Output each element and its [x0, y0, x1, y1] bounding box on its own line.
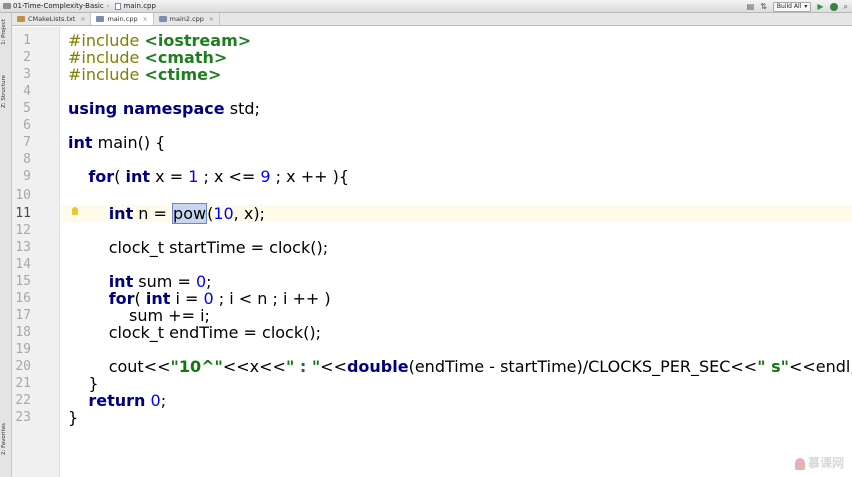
- tab-label: main.cpp: [107, 15, 138, 23]
- code-line: sum += i;: [68, 306, 210, 325]
- editor-tab-bar: CMakeLists.txt × main.cpp × main2.cpp ×: [12, 13, 852, 26]
- line-number: 22: [15, 393, 31, 408]
- code-line: int main() {: [68, 133, 166, 152]
- line-number: 16: [15, 291, 31, 306]
- cpp-file-icon: [96, 16, 105, 22]
- project-tool-tab[interactable]: 1: Project: [1, 19, 11, 45]
- tab-main-cpp[interactable]: main.cpp ×: [91, 13, 154, 25]
- line-number: 9: [23, 169, 31, 184]
- toolbar-right: ▤ ⇅ Build All ▾ ▶ ⌕: [747, 0, 848, 13]
- close-icon[interactable]: ×: [209, 16, 214, 23]
- line-number: 14: [15, 257, 31, 272]
- folder-icon: [3, 3, 11, 9]
- code-line: clock_t startTime = clock();: [68, 238, 329, 257]
- line-number: 19: [15, 342, 31, 357]
- run-icon[interactable]: ▶: [817, 0, 823, 13]
- search-icon[interactable]: ⌕: [844, 0, 848, 13]
- debug-icon[interactable]: [829, 2, 838, 11]
- line-number: 13: [15, 240, 31, 255]
- selected-identifier: pow: [172, 203, 208, 224]
- code-line: for( int i = 0 ; i < n ; i ++ ): [108, 289, 331, 308]
- chevron-down-icon: ▾: [804, 3, 808, 10]
- build-configuration-select[interactable]: Build All ▾: [772, 1, 812, 12]
- code-line: #include <iostream>: [68, 31, 252, 50]
- breadcrumb-project[interactable]: 01-Time-Complexity-Basic: [0, 0, 104, 13]
- code-editor[interactable]: #include <iostream> #include <cmath> #in…: [61, 27, 852, 477]
- tool-window-strip: 1: Project Z: Structure 2: Favorites: [0, 13, 12, 477]
- code-line: }: [68, 408, 79, 427]
- line-number: 20: [15, 359, 31, 374]
- navigation-bar: 01-Time-Complexity-Basic › main.cpp ▤ ⇅ …: [0, 0, 852, 13]
- line-number: 21: [15, 376, 31, 391]
- line-number-gutter[interactable]: 1 2 3 4 5 6 7 8 9 10 11 12 13 14 15 16 17 18 19 20 21 22 23: [12, 27, 60, 477]
- watermark-logo: 慕课网: [794, 454, 844, 471]
- line-number: 17: [15, 308, 31, 323]
- watermark-text: 慕课网: [807, 456, 844, 470]
- line-number: 7: [23, 135, 31, 150]
- build-configuration-label: Build All: [776, 3, 802, 10]
- line-number: 12: [15, 223, 31, 238]
- code-line: cout<<"10^"<<x<<" : "<<double(endTime - …: [68, 357, 852, 376]
- line-number: 10: [15, 188, 31, 203]
- breadcrumb-separator: ›: [106, 2, 110, 10]
- close-icon[interactable]: ×: [143, 16, 148, 23]
- code-line-current: int n = pow(10, x);: [108, 203, 265, 224]
- line-number: 8: [23, 152, 31, 167]
- line-number: 15: [15, 274, 31, 289]
- cmake-file-icon: [17, 16, 25, 22]
- line-number: 18: [15, 325, 31, 340]
- breadcrumb-project-label: 01-Time-Complexity-Basic: [13, 2, 104, 10]
- line-number: 23: [15, 410, 31, 425]
- line-number: 3: [23, 67, 31, 82]
- line-number: 11: [15, 206, 31, 221]
- code-line: #include <ctime>: [68, 65, 222, 84]
- build-icon[interactable]: ▤: [747, 0, 755, 13]
- favorites-tool-tab[interactable]: 2: Favorites: [1, 423, 11, 455]
- code-line: clock_t endTime = clock();: [68, 323, 321, 342]
- line-number: 1: [23, 33, 31, 48]
- close-icon[interactable]: ×: [80, 16, 85, 23]
- tab-label: CMakeLists.txt: [28, 15, 76, 23]
- tab-cmakelists[interactable]: CMakeLists.txt ×: [12, 13, 92, 25]
- line-number: 4: [23, 84, 31, 99]
- sync-icon[interactable]: ⇅: [760, 0, 767, 13]
- structure-tool-tab[interactable]: Z: Structure: [1, 75, 11, 108]
- code-line: using namespace std;: [68, 99, 260, 118]
- flame-icon: [794, 457, 805, 470]
- cpp-file-icon: [158, 16, 167, 22]
- line-number: 2: [23, 50, 31, 65]
- code-line: }: [68, 374, 99, 393]
- cpp-file-icon: [115, 2, 122, 10]
- tab-label: main2.cpp: [169, 15, 204, 23]
- breadcrumb-file[interactable]: main.cpp: [112, 0, 156, 13]
- tab-main2-cpp[interactable]: main2.cpp ×: [154, 13, 220, 25]
- line-number: 5: [23, 101, 31, 116]
- code-line: return 0;: [88, 391, 167, 410]
- line-number: 6: [23, 118, 31, 133]
- code-line: #include <cmath>: [68, 48, 228, 67]
- code-line: for( int x = 1 ; x <= 9 ; x ++ ){: [88, 167, 350, 186]
- breadcrumb-file-label: main.cpp: [123, 2, 156, 10]
- code-line: int sum = 0;: [108, 272, 212, 291]
